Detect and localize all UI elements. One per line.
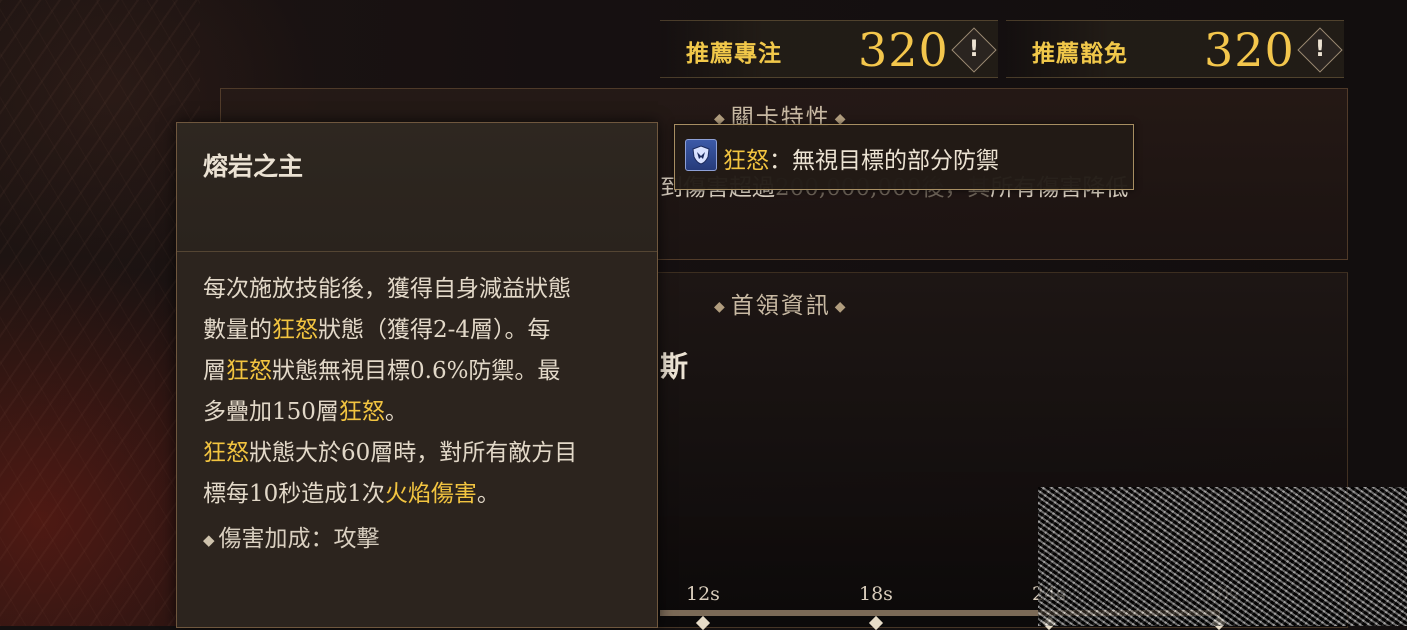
tooltip-header: 熔岩之主 [177,123,657,252]
description-line: 狂怒狀態大於60層時，對所有敵方目 [203,440,578,466]
recommend-focus-label: 推薦專注 [686,40,782,67]
exclamation-icon[interactable]: ! [1297,27,1343,73]
timeline-tick-label: 18s [859,583,893,605]
background-art [0,0,200,626]
description-line: 數量的狂怒狀態（獲得2-4層）。每 [203,317,551,343]
description-line: 每次施放技能後，獲得自身減益狀態 [203,276,571,302]
description-line: 多疊加150層狂怒。 [203,399,408,425]
popup-text: 狂怒：無視目標的部分防禦 [723,148,999,174]
boss-info-header: ◆ 首領資訊 ◆ [714,293,848,319]
exclamation-icon[interactable]: ! [951,27,997,73]
recommend-focus: 推薦專注 320 ! [660,20,998,78]
recommend-immunity: 推薦豁免 320 ! [1006,20,1344,78]
skill-tooltip: 熔岩之主 每次施放技能後，獲得自身減益狀態 數量的狂怒狀態（獲得2-4層）。每 … [176,122,658,628]
tooltip-title: 熔岩之主 [203,152,304,181]
recommend-focus-value: 320 [858,23,949,77]
description-line: 層狂怒狀態無視目標0.6%防禦。最 [203,358,561,384]
status-popup: 狂怒：無視目標的部分防禦 [674,124,1134,190]
description-line: 標每10秒造成1次火焰傷害。 [203,481,500,507]
timeline-tick-label: 12s [686,583,720,605]
tooltip-description: 每次施放技能後，獲得自身減益狀態 數量的狂怒狀態（獲得2-4層）。每 層狂怒狀態… [203,269,643,515]
rage-shield-icon [685,139,717,171]
recommend-immunity-value: 320 [1204,23,1295,77]
watermark-overlay [1038,487,1407,626]
damage-bonus: ◆ 傷害加成：攻擊 [203,526,380,552]
recommend-immunity-label: 推薦豁免 [1032,40,1128,67]
recommend-bar: 推薦專注 320 ! 推薦豁免 320 ! [660,20,1350,78]
boss-name: 斯 [660,350,689,383]
